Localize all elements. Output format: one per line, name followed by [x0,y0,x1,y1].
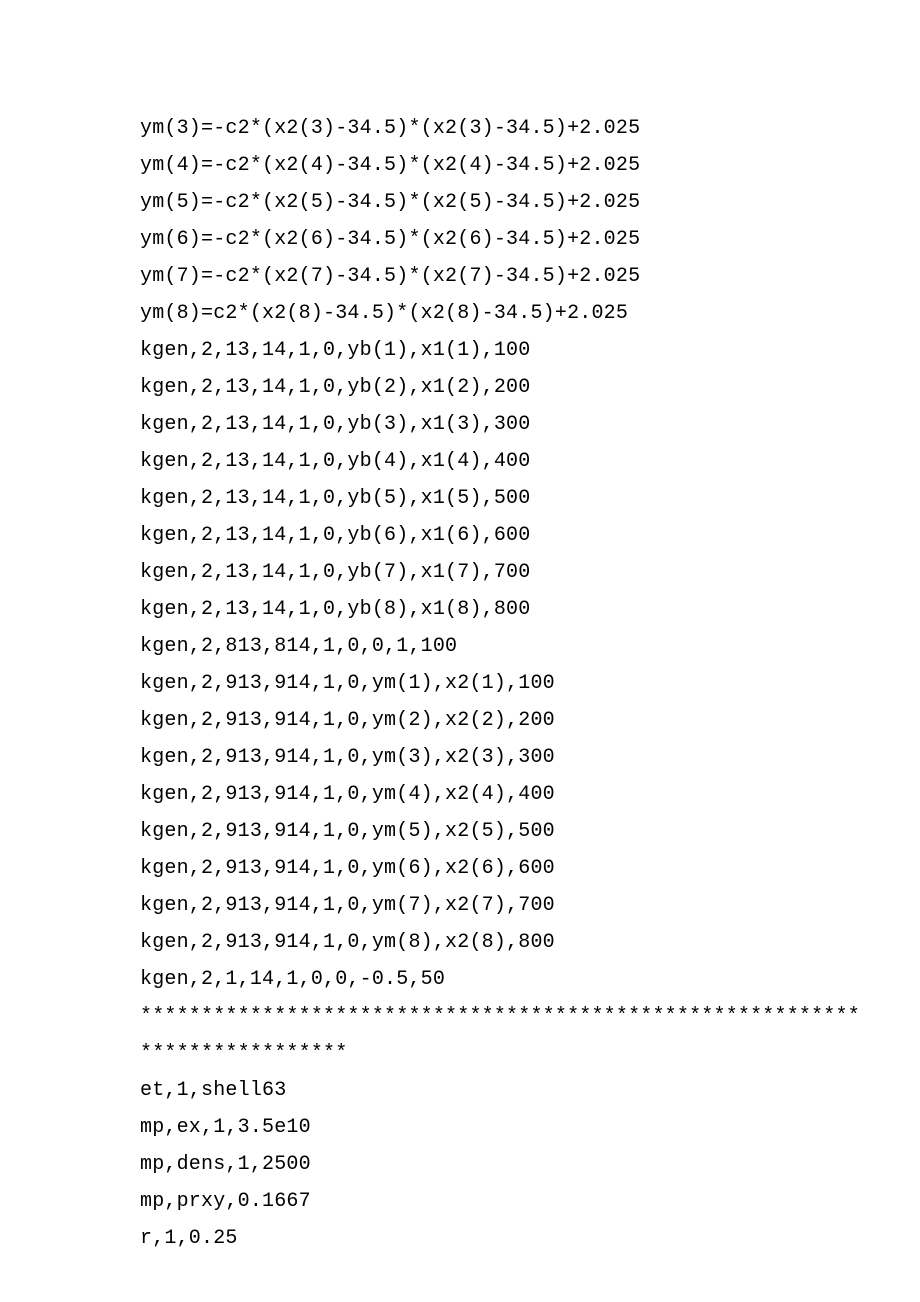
code-line: kgen,2,913,914,1,0,ym(6),x2(6),600 [140,850,780,887]
code-line: kgen,2,13,14,1,0,yb(1),x1(1),100 [140,332,780,369]
code-line: kgen,2,13,14,1,0,yb(5),x1(5),500 [140,480,780,517]
code-line: ym(7)=-c2*(x2(7)-34.5)*(x2(7)-34.5)+2.02… [140,258,780,295]
document-page: ym(3)=-c2*(x2(3)-34.5)*(x2(3)-34.5)+2.02… [0,0,920,1302]
code-line: kgen,2,13,14,1,0,yb(2),x1(2),200 [140,369,780,406]
code-line: kgen,2,13,14,1,0,yb(6),x1(6),600 [140,517,780,554]
code-line: ym(3)=-c2*(x2(3)-34.5)*(x2(3)-34.5)+2.02… [140,110,780,147]
code-line: kgen,2,13,14,1,0,yb(3),x1(3),300 [140,406,780,443]
code-line: kgen,2,13,14,1,0,yb(7),x1(7),700 [140,554,780,591]
code-line: kgen,2,1,14,1,0,0,-0.5,50 [140,961,780,998]
code-line: kgen,2,913,914,1,0,ym(8),x2(8),800 [140,924,780,961]
code-line: mp,dens,1,2500 [140,1146,780,1183]
code-line: ym(8)=c2*(x2(8)-34.5)*(x2(8)-34.5)+2.025 [140,295,780,332]
code-line: kgen,2,913,914,1,0,ym(2),x2(2),200 [140,702,780,739]
code-line: kgen,2,913,914,1,0,ym(3),x2(3),300 [140,739,780,776]
code-line: mp,ex,1,3.5e10 [140,1109,780,1146]
code-line: ym(5)=-c2*(x2(5)-34.5)*(x2(5)-34.5)+2.02… [140,184,780,221]
code-line: ****************************************… [140,998,780,1035]
code-line: kgen,2,813,814,1,0,0,1,100 [140,628,780,665]
code-line: kgen,2,913,914,1,0,ym(1),x2(1),100 [140,665,780,702]
code-line: et,1,shell63 [140,1072,780,1109]
code-line: mp,prxy,0.1667 [140,1183,780,1220]
code-line: kgen,2,13,14,1,0,yb(4),x1(4),400 [140,443,780,480]
code-line: ym(6)=-c2*(x2(6)-34.5)*(x2(6)-34.5)+2.02… [140,221,780,258]
code-line: ***************** [140,1035,780,1072]
code-line: ym(4)=-c2*(x2(4)-34.5)*(x2(4)-34.5)+2.02… [140,147,780,184]
code-line: kgen,2,913,914,1,0,ym(5),x2(5),500 [140,813,780,850]
code-line: kgen,2,913,914,1,0,ym(7),x2(7),700 [140,887,780,924]
code-line: r,1,0.25 [140,1220,780,1257]
code-line: kgen,2,13,14,1,0,yb(8),x1(8),800 [140,591,780,628]
code-line: kgen,2,913,914,1,0,ym(4),x2(4),400 [140,776,780,813]
